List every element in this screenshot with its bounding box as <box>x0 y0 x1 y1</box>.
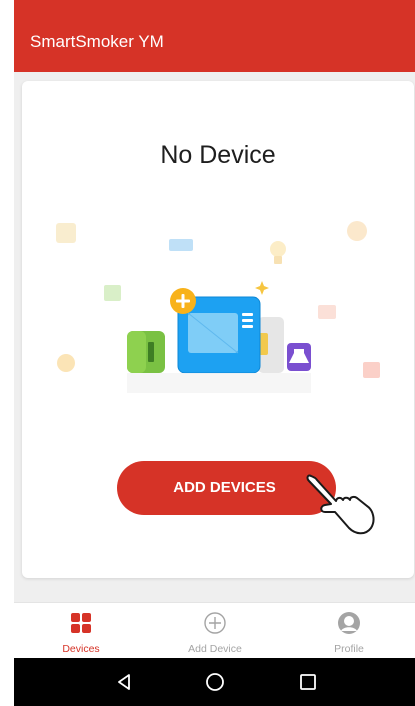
floating-square <box>104 285 121 301</box>
grid-icon <box>71 613 91 633</box>
floating-dot <box>347 221 367 241</box>
app-screen: SmartSmoker YM No Device ADD DEVICES Dev… <box>14 0 415 706</box>
app-bar: SmartSmoker YM <box>14 0 415 72</box>
toaster-icon <box>258 317 284 373</box>
floating-square <box>169 239 193 251</box>
app-title: SmartSmoker YM <box>30 32 164 51</box>
bottom-navigation: Devices Add Device Profile <box>14 602 415 658</box>
floating-dot <box>57 354 75 372</box>
nav-label-devices: Devices <box>62 643 100 655</box>
system-navigation-bar <box>14 658 415 706</box>
nav-label-profile: Profile <box>334 643 364 655</box>
bulb-icon <box>270 241 286 264</box>
nav-item-add-device[interactable]: Add Device <box>148 603 282 659</box>
floating-square <box>363 362 380 378</box>
plus-badge-icon <box>170 288 196 314</box>
fridge-icon <box>127 331 165 373</box>
phone-frame: SmartSmoker YM No Device ADD DEVICES Dev… <box>0 0 415 706</box>
nav-label-add-device: Add Device <box>188 643 242 655</box>
floating-square <box>318 305 336 319</box>
user-icon <box>338 612 360 634</box>
sparkle-icon <box>255 281 269 295</box>
plus-circle-icon <box>204 612 226 634</box>
back-icon[interactable] <box>112 670 136 694</box>
recents-icon[interactable] <box>296 670 320 694</box>
add-devices-label: ADD DEVICES <box>173 479 276 496</box>
nav-item-profile[interactable]: Profile <box>282 603 415 659</box>
home-icon[interactable] <box>203 670 227 694</box>
empty-state-card: No Device ADD DEVICES <box>22 81 414 578</box>
floating-square <box>56 223 76 243</box>
nav-item-devices[interactable]: Devices <box>14 603 148 659</box>
add-devices-button[interactable]: ADD DEVICES <box>117 461 336 515</box>
flask-icon <box>287 343 311 371</box>
pointer-hand-icon <box>306 474 375 535</box>
